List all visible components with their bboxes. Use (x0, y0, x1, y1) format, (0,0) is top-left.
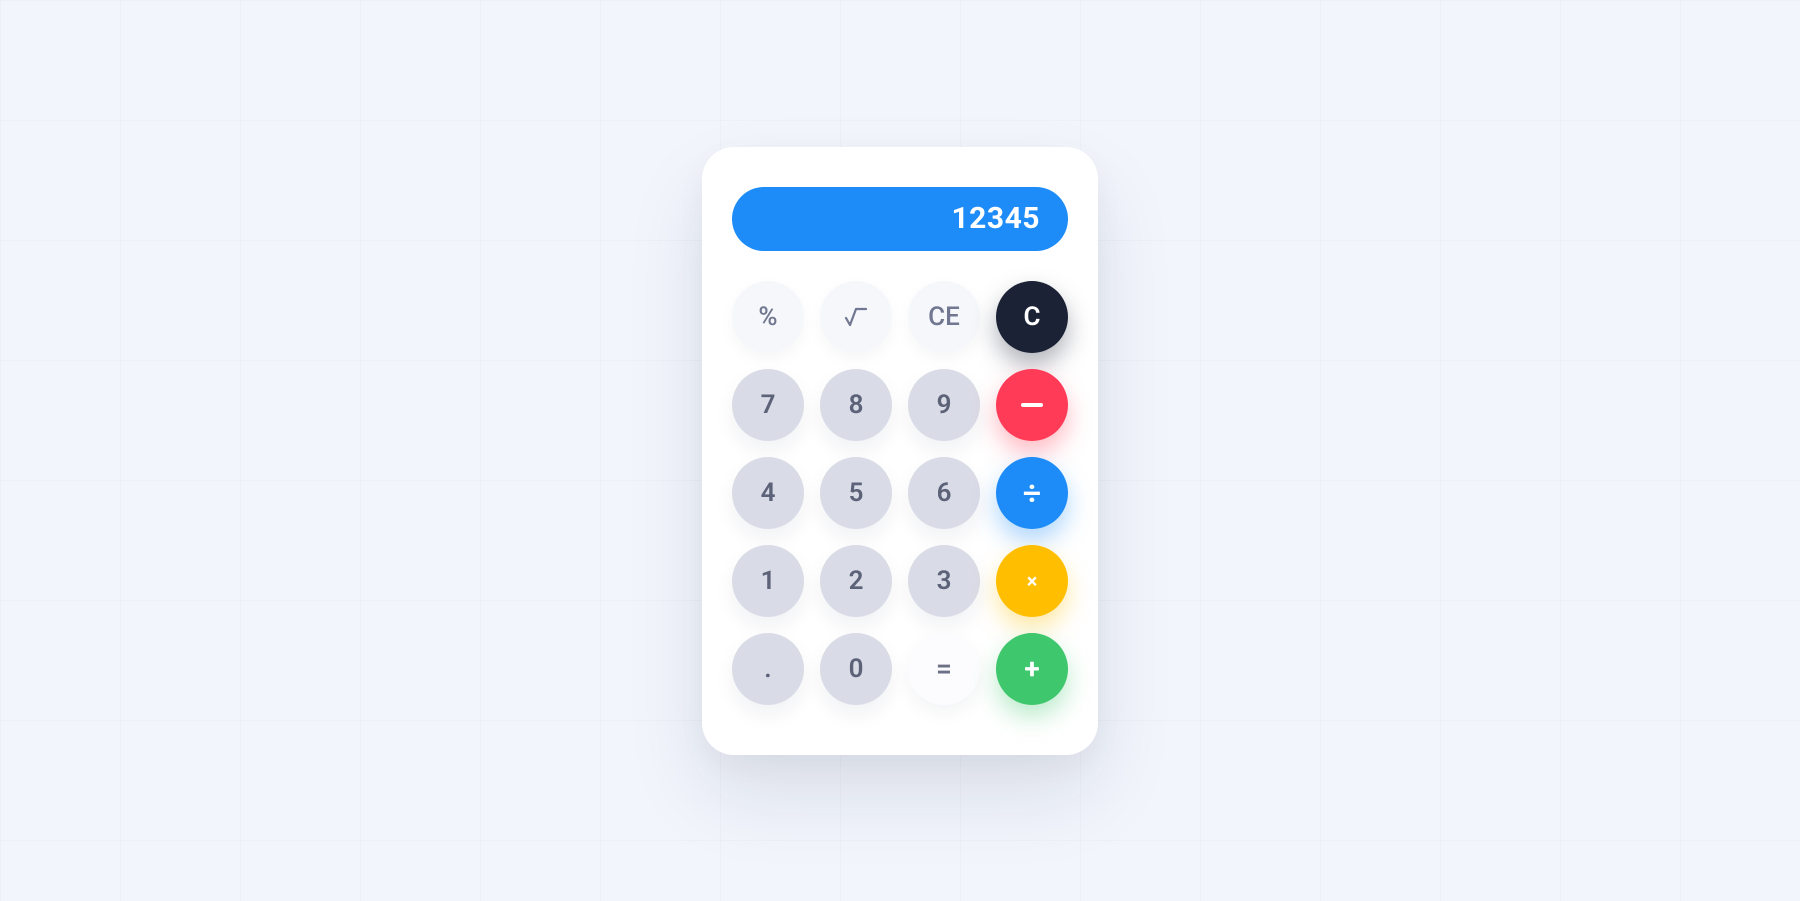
digit-9-button[interactable]: 9 (908, 369, 980, 441)
equals-button[interactable]: = (908, 633, 980, 705)
decimal-button[interactable]: . (732, 633, 804, 705)
digit-0-label: 0 (849, 654, 864, 684)
divide-button[interactable]: ÷ (996, 457, 1068, 529)
digit-8-button[interactable]: 8 (820, 369, 892, 441)
plus-icon: + (1024, 652, 1039, 685)
display-value: 12345 (951, 201, 1040, 236)
minus-button[interactable] (996, 369, 1068, 441)
digit-7-button[interactable]: 7 (732, 369, 804, 441)
digit-0-button[interactable]: 0 (820, 633, 892, 705)
clear-entry-button[interactable]: CE (908, 281, 980, 353)
percent-icon: % (758, 302, 777, 332)
digit-2-button[interactable]: 2 (820, 545, 892, 617)
sqrt-button[interactable] (820, 281, 892, 353)
clear-button[interactable]: C (996, 281, 1068, 353)
digit-4-label: 4 (761, 478, 776, 508)
digit-6-button[interactable]: 6 (908, 457, 980, 529)
multiply-button[interactable]: × (996, 545, 1068, 617)
equals-icon: = (936, 652, 952, 685)
digit-6-label: 6 (937, 478, 952, 508)
keypad: % CE C 7 8 9 4 5 (732, 281, 1068, 705)
clear-label: C (1024, 302, 1041, 332)
digit-5-label: 5 (849, 478, 864, 508)
calculator: 12345 % CE C 7 8 9 (702, 147, 1098, 755)
percent-button[interactable]: % (732, 281, 804, 353)
digit-7-label: 7 (761, 390, 776, 420)
digit-3-label: 3 (937, 566, 952, 596)
calculator-display: 12345 (732, 187, 1068, 251)
decimal-label: . (764, 654, 771, 684)
minus-icon (1021, 403, 1043, 407)
multiply-icon: × (1027, 569, 1038, 593)
plus-button[interactable]: + (996, 633, 1068, 705)
divide-icon: ÷ (1023, 477, 1041, 509)
digit-8-label: 8 (849, 390, 864, 420)
clear-entry-label: CE (928, 302, 960, 332)
digit-9-label: 9 (937, 390, 952, 420)
digit-4-button[interactable]: 4 (732, 457, 804, 529)
digit-1-button[interactable]: 1 (732, 545, 804, 617)
digit-1-label: 1 (761, 566, 776, 596)
digit-3-button[interactable]: 3 (908, 545, 980, 617)
digit-2-label: 2 (849, 566, 864, 596)
sqrt-icon (842, 303, 870, 331)
digit-5-button[interactable]: 5 (820, 457, 892, 529)
